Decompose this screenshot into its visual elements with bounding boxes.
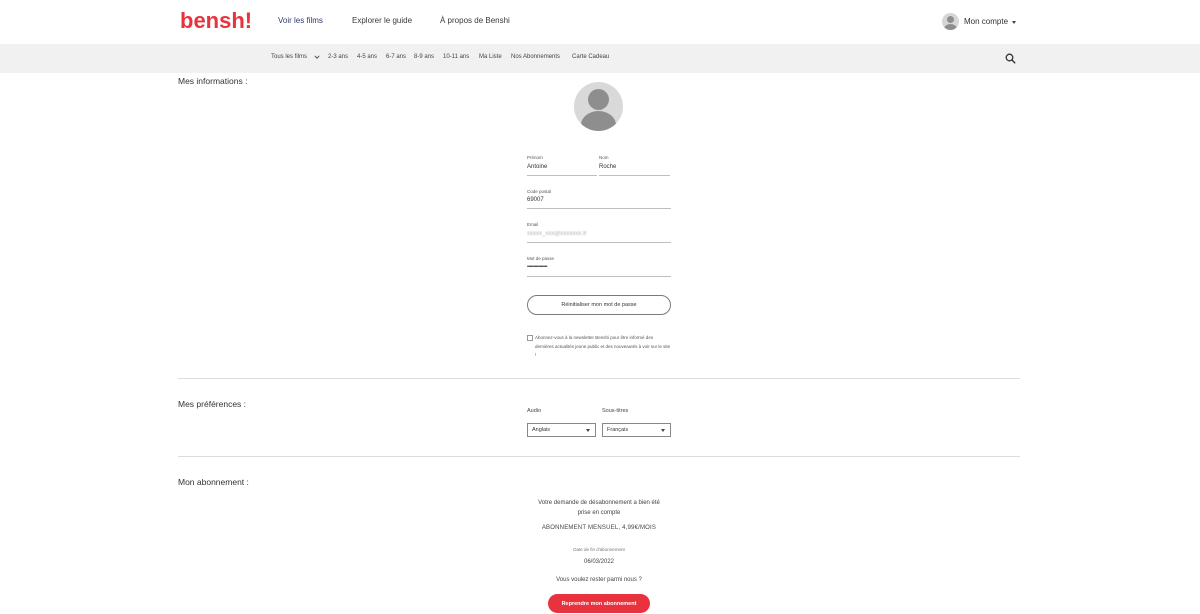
password-field[interactable]: •••••••••••••••• <box>527 264 548 270</box>
account-label: Mon compte <box>964 16 1009 26</box>
plan-name: ABONNEMENT MENSUEL, 4,99€/MOIS <box>541 525 657 531</box>
section-divider <box>178 378 1020 379</box>
postal-field[interactable]: 69007 <box>527 197 544 203</box>
subnav-6-7-ans[interactable]: 6-7 ans <box>386 54 406 60</box>
subtitles-select[interactable]: Français <box>602 423 671 437</box>
subtitles-label: Sous-titres <box>602 408 629 414</box>
chevron-down-icon[interactable] <box>314 54 320 60</box>
user-avatar-icon <box>942 12 959 30</box>
lastname-underline <box>599 175 670 176</box>
unsubscribe-message: Votre demande de désabonnement a bien ét… <box>538 500 660 516</box>
subnav-10-11-ans[interactable]: 10-11 ans <box>443 54 469 60</box>
top-header: bensh! Voir les films Explorer le guide … <box>0 0 1200 44</box>
subtitles-select-value: Français <box>607 427 629 433</box>
account-menu[interactable]: Mon compte <box>942 12 1017 30</box>
section-title-abonnement: Mon abonnement : <box>178 477 249 487</box>
password-underline <box>527 276 671 277</box>
end-date-label: Date de fin d'abonnement <box>573 547 625 552</box>
newsletter-label: Abonnez-vous à la newsletter Benshi pour… <box>535 335 671 357</box>
chevron-down-icon <box>661 429 665 432</box>
chevron-down-icon <box>1012 20 1017 24</box>
reset-password-button[interactable]: Réinitialiser mon mot de passe <box>527 295 671 315</box>
search-icon[interactable] <box>1005 53 1016 64</box>
lastname-field[interactable]: Roche <box>599 164 616 170</box>
section-divider <box>178 456 1020 457</box>
subnav-8-9-ans[interactable]: 8-9 ans <box>414 54 434 60</box>
firstname-label: Prénom <box>527 155 543 160</box>
end-date-value: 06/03/2022 <box>583 559 615 565</box>
audio-select-value: Anglais <box>532 427 551 433</box>
logo-text: bensh! <box>180 10 252 32</box>
profile-avatar-icon[interactable] <box>574 82 623 131</box>
postal-underline <box>527 208 671 209</box>
subnav-carte-cadeau[interactable]: Carte Cadeau <box>572 54 609 60</box>
subnav-tous-les-films[interactable]: Tous les films <box>271 54 307 60</box>
email-label: Email <box>527 222 539 227</box>
audio-label: Audio <box>527 408 542 414</box>
nav-a-propos[interactable]: À propos de Benshi <box>440 16 510 25</box>
postal-label: Code postal <box>527 189 552 194</box>
email-field[interactable]: xxxxx_xxx@xxxxxxx.fr <box>527 231 587 237</box>
section-title-informations: Mes informations : <box>178 76 248 86</box>
lastname-label: Nom <box>599 155 609 160</box>
section-title-preferences: Mes préférences : <box>178 399 247 409</box>
email-underline <box>527 242 671 243</box>
resume-subscription-button[interactable]: Reprendre mon abonnement <box>548 594 650 613</box>
firstname-underline <box>527 175 597 176</box>
benshi-logo[interactable]: bensh! <box>180 10 254 32</box>
audio-select[interactable]: Anglais <box>527 423 596 437</box>
subnav-2-3-ans[interactable]: 2-3 ans <box>328 54 348 60</box>
chevron-down-icon <box>586 429 590 432</box>
category-nav: Tous les films 2-3 ans 4-5 ans 6-7 ans 8… <box>0 44 1200 73</box>
subnav-nos-abonnements[interactable]: Nos Abonnements <box>511 54 560 60</box>
subnav-ma-liste[interactable]: Ma Liste <box>479 54 502 60</box>
firstname-field[interactable]: Antoine <box>527 164 547 170</box>
nav-explorer-le-guide[interactable]: Explorer le guide <box>352 16 412 25</box>
password-label: Mot de passe <box>527 256 555 261</box>
newsletter-checkbox[interactable] <box>527 335 533 341</box>
nav-voir-les-films[interactable]: Voir les films <box>278 16 323 25</box>
subnav-4-5-ans[interactable]: 4-5 ans <box>357 54 377 60</box>
stay-text: Vous voulez rester parmi nous ? <box>556 577 642 583</box>
